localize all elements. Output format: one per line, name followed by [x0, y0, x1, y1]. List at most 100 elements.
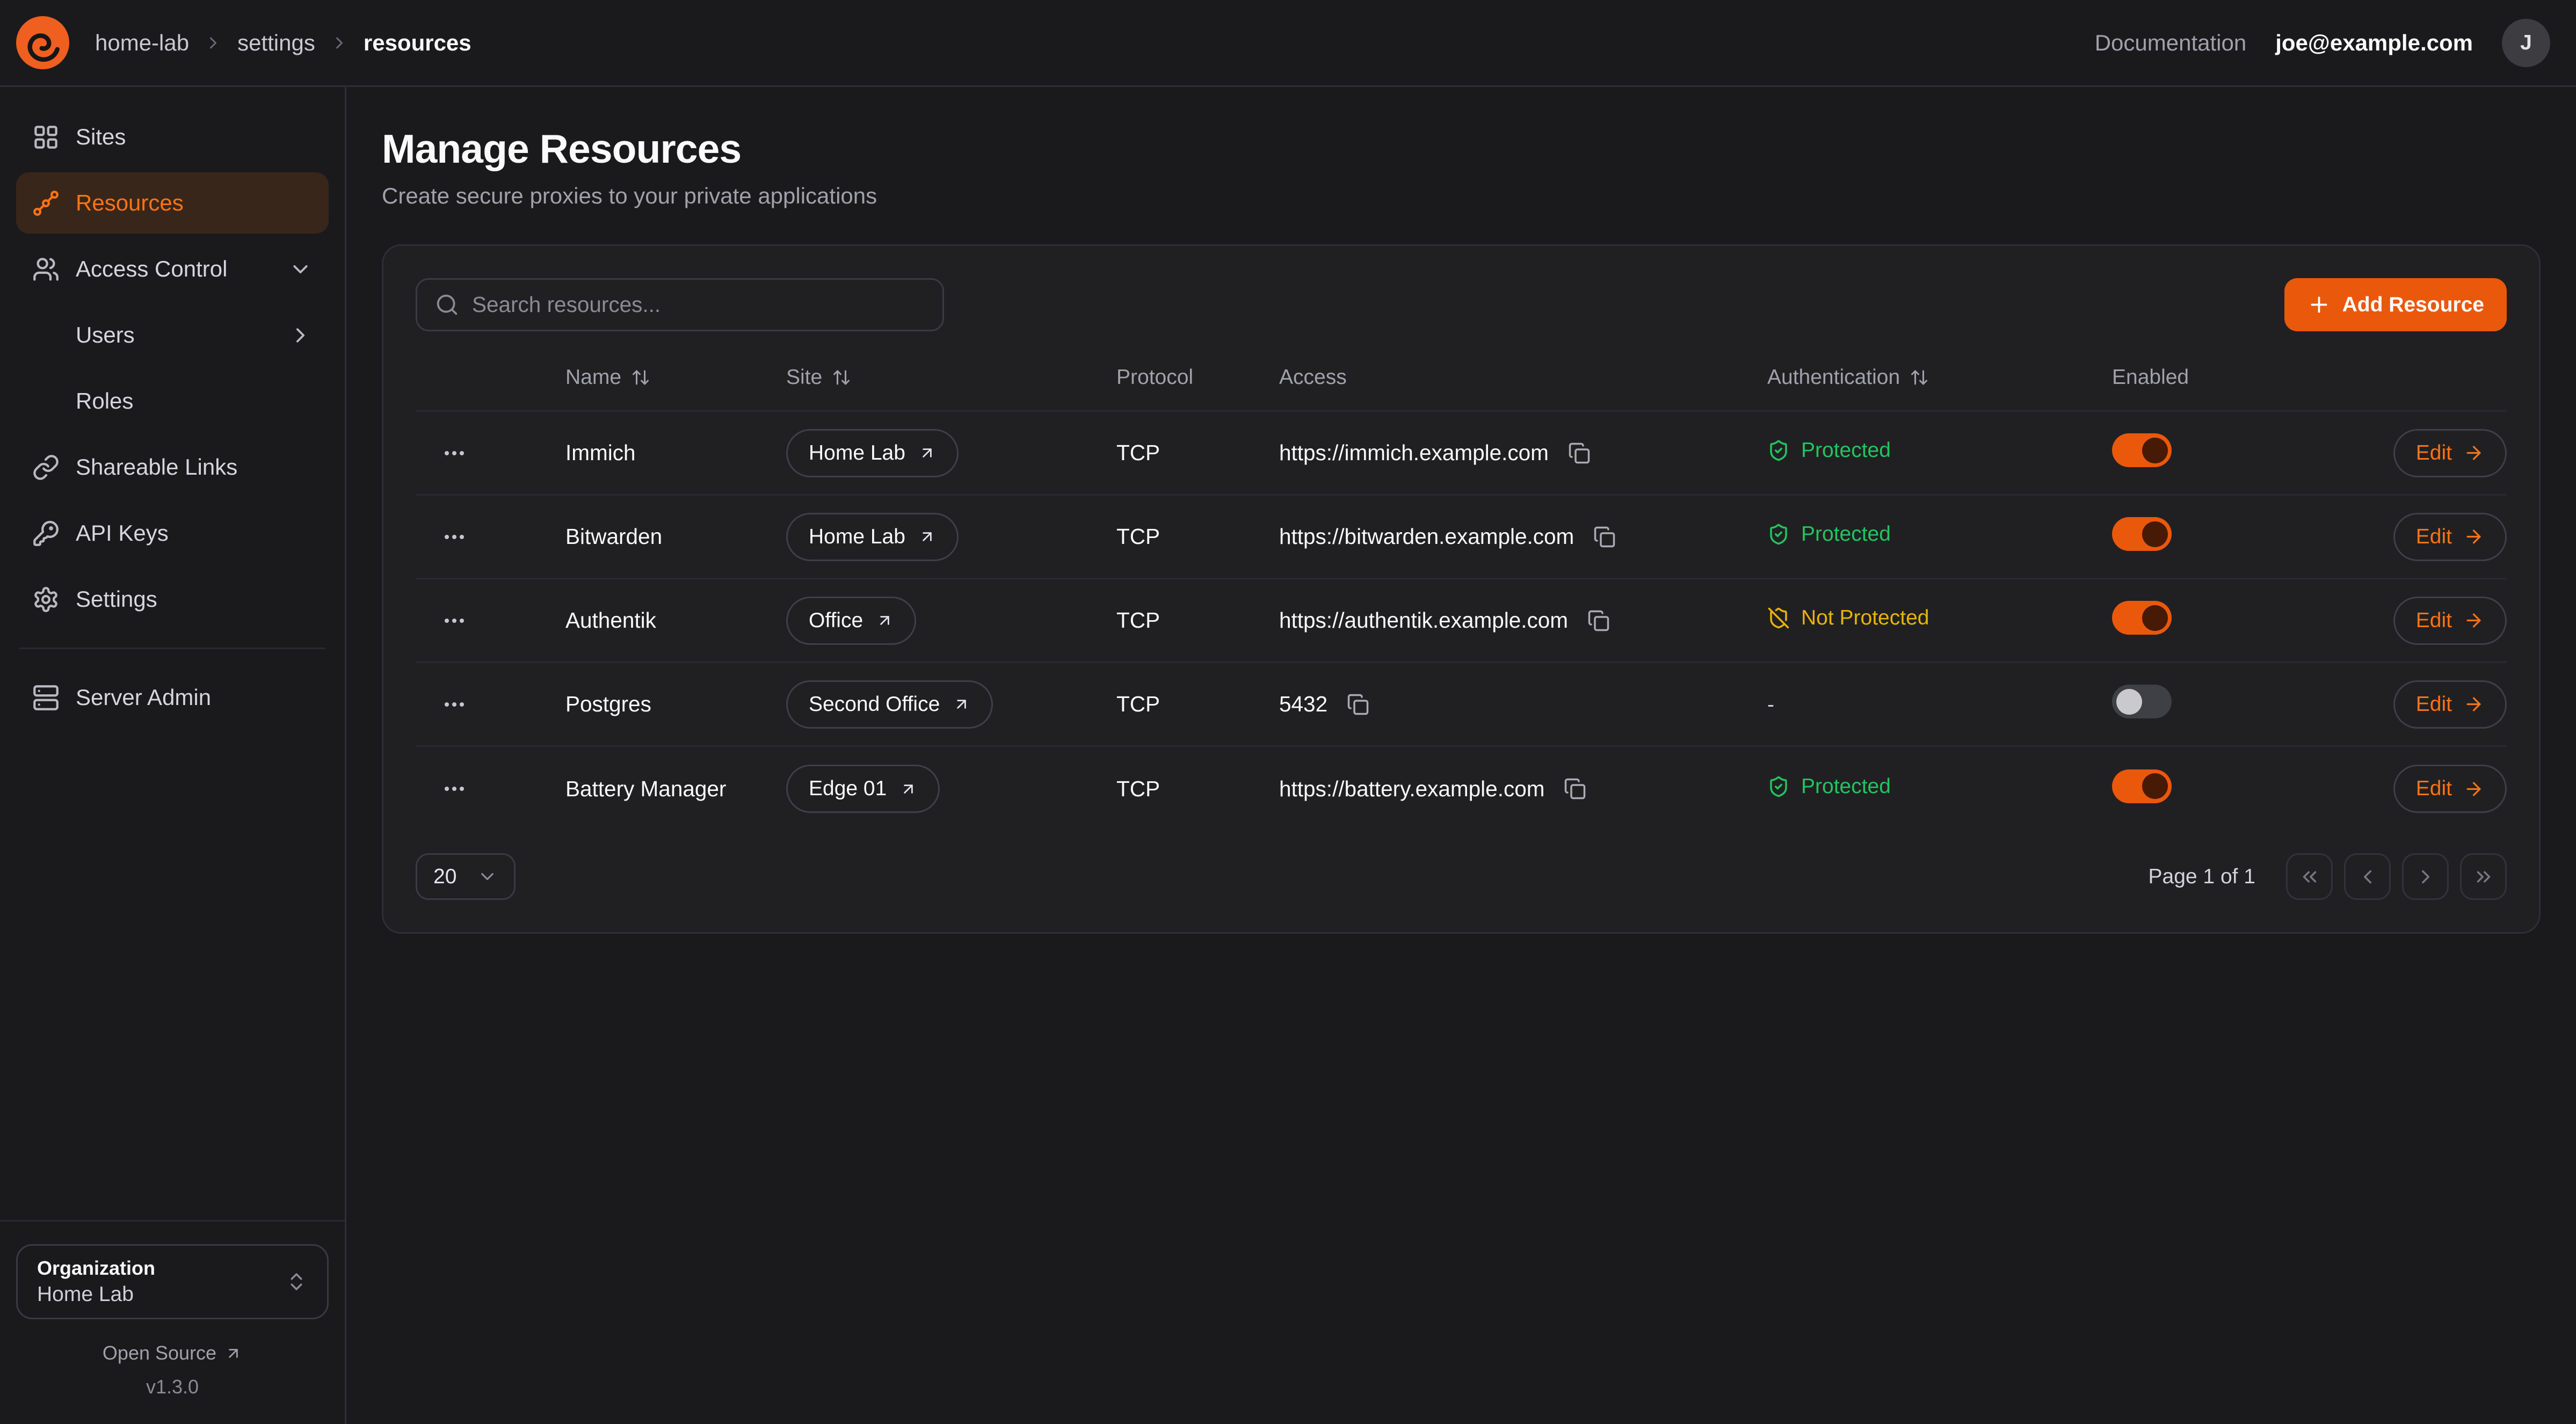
column-header-access: Access	[1279, 366, 1767, 389]
sidebar-item-label: API Keys	[76, 520, 169, 546]
resource-name: Battery Manager	[565, 776, 786, 802]
enabled-toggle[interactable]	[2112, 769, 2172, 803]
next-page-button[interactable]	[2402, 853, 2449, 900]
copy-access-button[interactable]	[1584, 606, 1613, 635]
sort-by-authentication-button[interactable]: Authentication	[1767, 366, 2112, 389]
open-source-label: Open Source	[103, 1342, 216, 1364]
arrow-right-icon	[2463, 779, 2484, 800]
sort-by-name-button[interactable]: Name	[565, 366, 786, 389]
organization-selector[interactable]: Organization Home Lab	[16, 1244, 329, 1319]
last-page-button[interactable]	[2460, 853, 2507, 900]
resource-access-url: https://bitwarden.example.com	[1279, 524, 1574, 549]
sidebar-item-label: Sites	[76, 124, 126, 150]
open-source-link[interactable]: Open Source	[16, 1342, 329, 1364]
chevron-down-icon	[288, 257, 313, 281]
sidebar-bottom: Organization Home Lab Open Source v1.3.0	[16, 1220, 329, 1398]
resource-name: Immich	[565, 440, 786, 466]
app-logo[interactable]	[16, 16, 69, 69]
documentation-link[interactable]: Documentation	[2095, 30, 2247, 56]
external-link-icon	[918, 444, 936, 462]
ellipsis-icon	[441, 440, 467, 466]
search-input[interactable]	[472, 292, 925, 317]
copy-access-button[interactable]	[1344, 690, 1373, 719]
chevrons-right-icon	[2472, 866, 2495, 888]
sidebar-item-api-keys[interactable]: API Keys	[16, 503, 329, 564]
breadcrumb: home-lab settings resources	[95, 30, 471, 56]
ellipsis-icon	[441, 692, 467, 717]
row-actions-button[interactable]	[435, 518, 474, 556]
sort-icon	[832, 368, 851, 387]
copy-access-button[interactable]	[1561, 774, 1590, 803]
user-avatar[interactable]: J	[2502, 19, 2550, 67]
sidebar-item-shareable-links[interactable]: Shareable Links	[16, 437, 329, 498]
copy-access-button[interactable]	[1565, 439, 1594, 468]
page-size-select[interactable]: 20	[416, 853, 516, 900]
enabled-toggle[interactable]	[2112, 601, 2172, 635]
sidebar-item-label: Roles	[76, 388, 133, 414]
site-link[interactable]: Edge 01	[786, 765, 940, 813]
toggle-knob	[2142, 438, 2168, 463]
breadcrumb-current: resources	[364, 30, 471, 56]
row-actions-button[interactable]	[435, 434, 474, 473]
external-link-icon	[953, 695, 970, 713]
organization-value: Home Lab	[37, 1283, 155, 1306]
shield-check-icon	[1767, 775, 1790, 798]
row-actions-button[interactable]	[435, 601, 474, 640]
resource-access-url: https://immich.example.com	[1279, 440, 1549, 466]
site-link[interactable]: Office	[786, 597, 916, 645]
sort-by-site-button[interactable]: Site	[786, 366, 1116, 389]
chevron-down-icon	[477, 866, 498, 887]
sidebar-item-label: Resources	[76, 190, 184, 216]
previous-page-button[interactable]	[2344, 853, 2391, 900]
edit-button[interactable]: Edit	[2393, 597, 2507, 645]
site-link[interactable]: Second Office	[786, 680, 993, 729]
copy-icon	[1593, 526, 1616, 548]
edit-button[interactable]: Edit	[2393, 513, 2507, 561]
table-row: Immich Home Lab TCP https://immich.examp…	[416, 412, 2507, 496]
edit-button[interactable]: Edit	[2393, 680, 2507, 729]
site-link[interactable]: Home Lab	[786, 429, 959, 477]
site-link[interactable]: Home Lab	[786, 513, 959, 561]
sidebar-item-roles[interactable]: Roles	[16, 370, 329, 432]
sidebar-item-settings[interactable]: Settings	[16, 569, 329, 630]
search-icon	[435, 293, 459, 317]
sidebar-item-resources[interactable]: Resources	[16, 172, 329, 234]
sidebar-item-users[interactable]: Users	[16, 304, 329, 366]
enabled-toggle[interactable]	[2112, 433, 2172, 467]
breadcrumb-org[interactable]: home-lab	[95, 30, 189, 56]
sidebar-item-access-control[interactable]: Access Control	[16, 238, 329, 300]
sidebar-item-server-admin[interactable]: Server Admin	[16, 667, 329, 728]
gear-icon	[32, 586, 60, 613]
chevrons-up-down-icon	[285, 1270, 308, 1293]
toggle-knob	[2142, 521, 2168, 547]
search-box	[416, 278, 944, 331]
breadcrumb-settings[interactable]: settings	[237, 30, 315, 56]
copy-icon	[1347, 693, 1369, 716]
table-row: Authentik Office TCP https://authentik.e…	[416, 579, 2507, 663]
resource-access-url: 5432	[1279, 692, 1327, 717]
enabled-toggle[interactable]	[2112, 517, 2172, 551]
row-actions-button[interactable]	[435, 769, 474, 808]
sidebar-nav: Sites Resources Access Control Users Rol…	[16, 106, 329, 728]
sidebar-item-sites[interactable]: Sites	[16, 106, 329, 168]
auth-status-badge: -	[1767, 693, 1774, 717]
resource-access-url: https://authentik.example.com	[1279, 608, 1568, 633]
first-page-button[interactable]	[2286, 853, 2333, 900]
table-pagination: 20 Page 1 of 1	[416, 853, 2507, 900]
sidebar-item-label: Access Control	[76, 256, 227, 282]
sidebar-bottom-divider	[0, 1220, 345, 1222]
sort-icon	[1910, 368, 1929, 387]
edit-button[interactable]: Edit	[2393, 765, 2507, 813]
add-resource-button[interactable]: Add Resource	[2284, 278, 2507, 331]
edit-button[interactable]: Edit	[2393, 429, 2507, 477]
organization-label: Organization	[37, 1257, 155, 1280]
copy-access-button[interactable]	[1590, 522, 1619, 551]
resource-protocol: TCP	[1116, 524, 1279, 549]
table-toolbar: Add Resource	[416, 278, 2507, 331]
table-row: Postgres Second Office TCP 5432 - Edit	[416, 663, 2507, 747]
enabled-toggle[interactable]	[2112, 685, 2172, 718]
arrow-right-icon	[2463, 694, 2484, 715]
chevron-right-icon	[2414, 866, 2437, 888]
arrow-right-icon	[2463, 442, 2484, 463]
row-actions-button[interactable]	[435, 685, 474, 724]
